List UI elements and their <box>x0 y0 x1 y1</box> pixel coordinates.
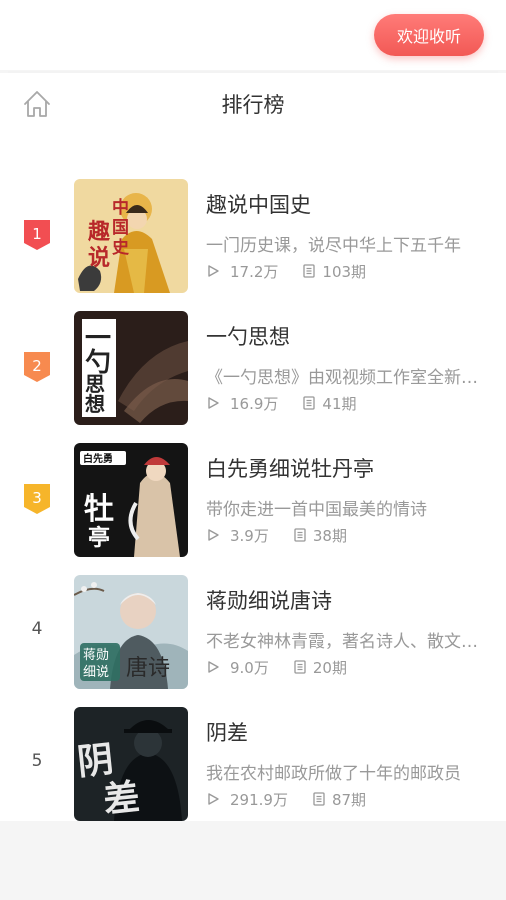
item-title[interactable]: 白先勇细说牡丹亭 <box>206 453 374 483</box>
list-icon <box>294 660 306 674</box>
page-title: 排行榜 <box>221 93 285 117</box>
play-count: 16.9万 <box>230 394 279 413</box>
svg-text:唐诗: 唐诗 <box>126 656 170 681</box>
play-count: 9.0万 <box>230 658 269 677</box>
item-desc: 带你走进一首中国最美的情诗 <box>206 500 427 520</box>
rank-badge: 3 <box>24 484 50 514</box>
play-icon <box>208 661 219 673</box>
top-bar: 欢迎收听 <box>0 0 506 70</box>
item-desc: 我在农村邮政所做了十年的邮政员 <box>206 764 461 784</box>
play-count: 3.9万 <box>230 526 269 545</box>
play-count: 17.2万 <box>230 262 279 281</box>
item-meta: 9.0万 20期 <box>206 657 347 677</box>
svg-text:趣: 趣 <box>87 219 110 245</box>
list-icon <box>294 528 306 542</box>
cover-image[interactable]: 趣 说 中 国 史 <box>74 179 188 293</box>
list-icon <box>303 396 316 410</box>
episode-count: 20期 <box>312 658 347 677</box>
item-title[interactable]: 一勺思想 <box>206 321 290 351</box>
svg-text:亭: 亭 <box>88 525 110 551</box>
svg-text:说: 说 <box>88 245 110 271</box>
list-item[interactable]: 3 牡 亭 白先勇 白先勇细说牡丹亭 带你走进一首中国最美的情诗 3.9万 38… <box>0 443 506 557</box>
svg-text:想: 想 <box>85 392 105 416</box>
svg-text:国: 国 <box>112 218 129 238</box>
play-icon <box>208 265 219 277</box>
list-icon <box>313 792 325 806</box>
svg-text:史: 史 <box>112 237 130 258</box>
item-desc: 一门历史课，说尽中华上下五千年 <box>206 236 461 256</box>
item-desc: 不老女神林青霞，著名诗人、散文家推荐 <box>206 632 478 652</box>
svg-text:阴: 阴 <box>75 738 115 784</box>
rank-number: 5 <box>31 751 43 771</box>
episode-count: 103期 <box>322 262 367 281</box>
welcome-listen-button[interactable]: 欢迎收听 <box>374 14 484 56</box>
svg-text:蒋勋: 蒋勋 <box>83 648 109 663</box>
list-item[interactable]: 1 趣 说 中 国 史 趣说中国史 一门历史课，说尽中华上下五千年 17.2万 <box>0 179 506 293</box>
list-item[interactable]: 5 阴 差 阴差 我在农村邮政所做了十年的邮政员 291.9万 87期 <box>0 707 506 821</box>
rank-badge: 2 <box>24 352 50 382</box>
ranking-panel: 排行榜 1 趣 说 中 国 史 趣说 中国史 一门历史课，说尽中华上下五千年 17… <box>0 73 506 821</box>
list-icon <box>303 264 316 278</box>
item-desc: 《一勺思想》由观视频工作室全新打造 <box>206 368 478 388</box>
svg-text:细说: 细说 <box>83 665 109 680</box>
item-meta: 3.9万 38期 <box>206 525 347 545</box>
item-meta: 291.9万 87期 <box>206 789 366 809</box>
play-icon <box>208 529 219 541</box>
item-title[interactable]: 趣说中国史 <box>206 189 311 219</box>
play-count: 291.9万 <box>230 790 288 809</box>
svg-text:牡: 牡 <box>84 492 114 527</box>
item-title[interactable]: 蒋勋细说唐诗 <box>206 585 332 615</box>
episode-count: 41期 <box>322 394 357 413</box>
play-icon <box>208 397 219 409</box>
rank-badge: 1 <box>24 220 50 250</box>
svg-text:中: 中 <box>112 197 129 218</box>
cover-image[interactable]: 一 勺 思 想 <box>74 311 188 425</box>
cover-image[interactable]: 蒋勋 细说 唐诗 <box>74 575 188 689</box>
ranking-header: 排行榜 <box>0 73 506 137</box>
rank-number: 4 <box>31 619 43 639</box>
play-icon <box>208 793 219 805</box>
item-meta: 16.9万 41期 <box>206 393 357 413</box>
list-item[interactable]: 4 蒋勋 细说 唐诗 蒋勋细说唐诗 不老女神林青霞，著名诗人、散文家推荐 9.0… <box>0 575 506 689</box>
item-title[interactable]: 阴差 <box>206 717 248 747</box>
svg-text:白先勇: 白先勇 <box>83 452 113 465</box>
item-meta: 17.2万 103期 <box>206 261 366 281</box>
episode-count: 38期 <box>312 526 347 545</box>
svg-text:差: 差 <box>101 776 141 821</box>
cover-image[interactable]: 阴 差 <box>74 707 188 821</box>
cover-image[interactable]: 牡 亭 白先勇 <box>74 443 188 557</box>
list-item[interactable]: 2 一 勺 思 想 一勺思想 《一勺思想》由观视频工作室全新打造 16.9万 4… <box>0 311 506 425</box>
episode-count: 87期 <box>331 790 367 809</box>
